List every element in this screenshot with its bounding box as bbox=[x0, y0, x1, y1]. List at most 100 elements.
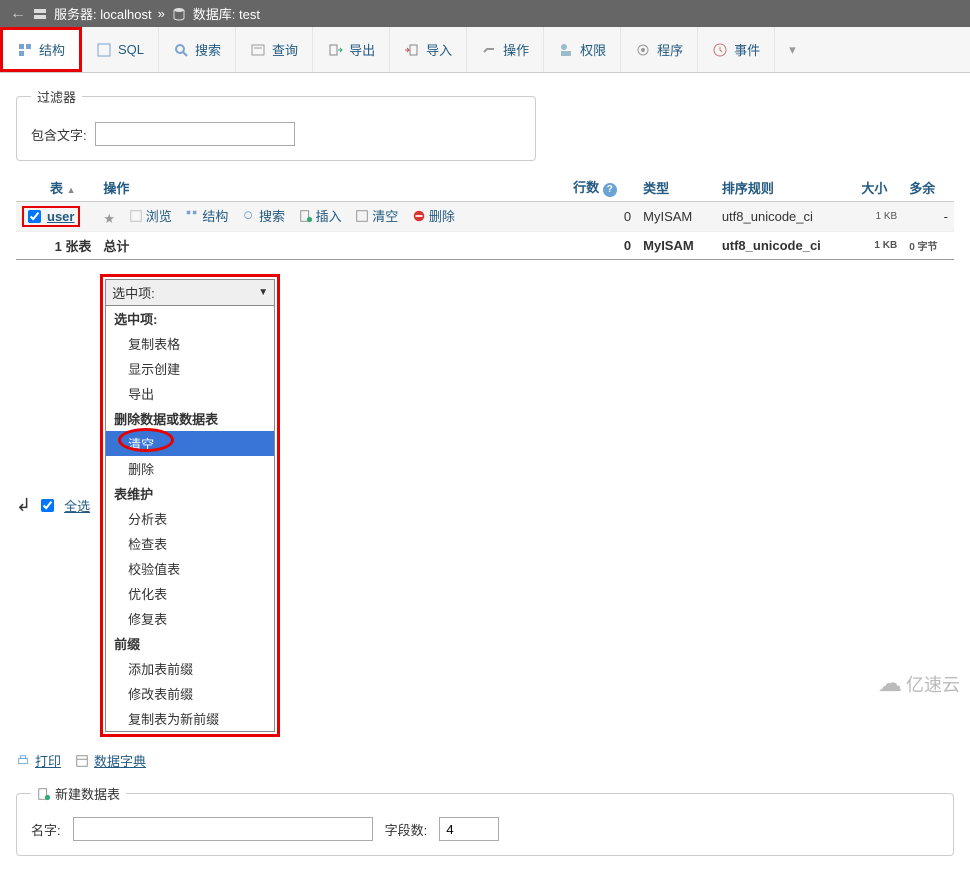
print-link[interactable]: 打印 bbox=[16, 751, 61, 770]
tab-structure[interactable]: 结构 bbox=[0, 27, 82, 72]
data-dict-icon bbox=[75, 754, 89, 768]
new-table-icon bbox=[37, 787, 51, 801]
col-overhead[interactable]: 多余 bbox=[903, 173, 954, 202]
tab-export[interactable]: 导出 bbox=[313, 27, 390, 72]
arrow-up-icon: ↳ bbox=[16, 495, 31, 516]
chevron-down-icon: ▼ bbox=[258, 287, 268, 298]
new-table-name-input[interactable] bbox=[73, 817, 373, 841]
structure-link[interactable]: 结构 bbox=[185, 206, 228, 225]
highlight-ellipse bbox=[118, 428, 174, 452]
col-check bbox=[16, 173, 44, 202]
table-row: user ★ 浏览 结构 搜索 插入 清空 删除 0 MyISAM utf8_u… bbox=[16, 202, 954, 232]
new-table-cols-input[interactable] bbox=[439, 817, 499, 841]
totals-type: MyISAM bbox=[637, 232, 716, 260]
dd-empty[interactable]: 清空 bbox=[106, 431, 274, 456]
filter-input[interactable] bbox=[95, 122, 295, 146]
tab-search[interactable]: 搜索 bbox=[159, 27, 236, 72]
dd-copy-table[interactable]: 复制表格 bbox=[106, 331, 274, 356]
sql-icon bbox=[96, 42, 112, 58]
tab-sql[interactable]: SQL bbox=[82, 27, 159, 72]
dd-drop[interactable]: 删除 bbox=[106, 456, 274, 481]
new-table-name-label: 名字: bbox=[31, 820, 61, 839]
utility-links: 打印 数据字典 bbox=[16, 751, 954, 770]
help-icon[interactable]: ? bbox=[603, 183, 617, 197]
dd-export[interactable]: 导出 bbox=[106, 381, 274, 406]
tab-import[interactable]: 导入 bbox=[390, 27, 467, 72]
privileges-icon bbox=[558, 42, 574, 58]
dd-group: 选中项: bbox=[106, 306, 274, 331]
dd-copy-prefix[interactable]: 复制表为新前缀 bbox=[106, 706, 274, 731]
filter-fieldset: 过滤器 包含文字: bbox=[16, 87, 536, 161]
col-rows[interactable]: 行数 ? bbox=[567, 173, 637, 202]
tab-query[interactable]: 查询 bbox=[236, 27, 313, 72]
dd-optimize[interactable]: 优化表 bbox=[106, 581, 274, 606]
print-icon bbox=[16, 754, 30, 768]
routines-icon bbox=[635, 42, 651, 58]
structure-icon bbox=[17, 42, 33, 58]
dd-group: 删除数据或数据表 bbox=[106, 406, 274, 431]
insert-link[interactable]: 插入 bbox=[299, 206, 342, 225]
totals-rows: 0 bbox=[567, 232, 637, 260]
new-table-legend: 新建数据表 bbox=[31, 784, 126, 803]
search-icon bbox=[173, 42, 189, 58]
operations-icon bbox=[481, 42, 497, 58]
server-icon bbox=[32, 6, 48, 22]
filter-legend: 过滤器 bbox=[31, 87, 82, 106]
filter-contains-label: 包含文字: bbox=[31, 125, 87, 144]
new-table-fieldset: 新建数据表 名字: 字段数: bbox=[16, 784, 954, 856]
tables-list: 表 ▲ 操作 行数 ? 类型 排序规则 大小 多余 user ★ 浏 bbox=[16, 173, 954, 260]
export-icon bbox=[327, 42, 343, 58]
dropdown-list: 选中项: 复制表格 显示创建 导出 删除数据或数据表 清空 删除 表维护 分析表… bbox=[105, 306, 275, 732]
dropdown-header[interactable]: 选中项: ▼ bbox=[105, 279, 275, 306]
dd-replace-prefix[interactable]: 修改表前缀 bbox=[106, 681, 274, 706]
dd-add-prefix[interactable]: 添加表前缀 bbox=[106, 656, 274, 681]
dd-check[interactable]: 检查表 bbox=[106, 531, 274, 556]
with-selected-dropdown: 选中项: ▼ 选中项: 复制表格 显示创建 导出 删除数据或数据表 清空 删除 … bbox=[100, 274, 280, 737]
row-type: MyISAM bbox=[637, 202, 716, 232]
totals-collation: utf8_unicode_ci bbox=[716, 232, 856, 260]
watermark: ☁ 亿速云 bbox=[878, 669, 960, 698]
back-arrow-icon[interactable]: ← bbox=[10, 5, 26, 23]
fav-icon[interactable]: ★ bbox=[103, 211, 115, 227]
tab-events[interactable]: 事件 bbox=[698, 27, 775, 72]
server-link[interactable]: 服务器: localhost bbox=[54, 4, 152, 23]
check-all-checkbox[interactable] bbox=[41, 499, 54, 512]
row-collation: utf8_unicode_ci bbox=[716, 202, 856, 232]
cloud-icon: ☁ bbox=[878, 669, 902, 698]
dd-show-create[interactable]: 显示创建 bbox=[106, 356, 274, 381]
dd-repair[interactable]: 修复表 bbox=[106, 606, 274, 631]
totals-overhead: 0 字节 bbox=[903, 232, 954, 260]
totals-count: 1 张表 bbox=[16, 232, 97, 260]
tab-routines[interactable]: 程序 bbox=[621, 27, 698, 72]
table-name-link[interactable]: user bbox=[47, 209, 74, 224]
browse-link[interactable]: 浏览 bbox=[129, 206, 172, 225]
sort-asc-icon: ▲ bbox=[67, 185, 76, 195]
check-all-link[interactable]: 全选 bbox=[64, 496, 90, 515]
tab-operations[interactable]: 操作 bbox=[467, 27, 544, 72]
row-actions: ★ 浏览 结构 搜索 插入 清空 删除 bbox=[97, 202, 567, 232]
database-link[interactable]: 数据库: test bbox=[193, 4, 260, 23]
breadcrumb-sep: » bbox=[158, 6, 165, 21]
breadcrumb-bar: ← 服务器: localhost » 数据库: test bbox=[0, 0, 970, 27]
search-link[interactable]: 搜索 bbox=[242, 206, 285, 225]
row-checkbox[interactable] bbox=[28, 210, 41, 223]
row-rows: 0 bbox=[567, 202, 637, 232]
tab-more[interactable]: ▾ bbox=[775, 27, 810, 72]
row-overhead: - bbox=[903, 202, 954, 232]
dd-checksum[interactable]: 校验值表 bbox=[106, 556, 274, 581]
data-dictionary-link[interactable]: 数据字典 bbox=[75, 751, 146, 770]
dd-analyze[interactable]: 分析表 bbox=[106, 506, 274, 531]
tab-bar: 结构 SQL 搜索 查询 导出 导入 操作 权限 程序 事件 ▾ bbox=[0, 27, 970, 73]
tab-privileges[interactable]: 权限 bbox=[544, 27, 621, 72]
dd-group: 表维护 bbox=[106, 481, 274, 506]
empty-link[interactable]: 清空 bbox=[355, 206, 398, 225]
import-icon bbox=[404, 42, 420, 58]
col-action: 操作 bbox=[97, 173, 567, 202]
row-size: 1 KB bbox=[855, 202, 903, 232]
col-type[interactable]: 类型 bbox=[637, 173, 716, 202]
totals-row: 1 张表 总计 0 MyISAM utf8_unicode_ci 1 KB 0 … bbox=[16, 232, 954, 260]
col-collation[interactable]: 排序规则 bbox=[716, 173, 856, 202]
drop-link[interactable]: 删除 bbox=[412, 206, 455, 225]
col-size[interactable]: 大小 bbox=[855, 173, 903, 202]
col-table[interactable]: 表 ▲ bbox=[44, 173, 97, 202]
